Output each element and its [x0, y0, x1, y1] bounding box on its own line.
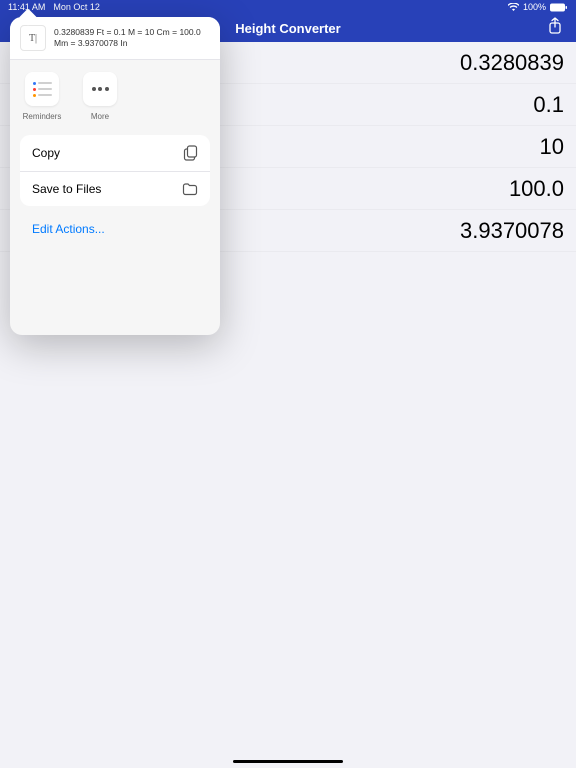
action-label: Save to Files	[32, 182, 101, 196]
row-value: 10	[540, 134, 564, 160]
status-right: 100%	[508, 2, 568, 12]
row-value: 100.0	[509, 176, 564, 202]
folder-icon	[182, 183, 198, 196]
copy-action[interactable]: Copy	[20, 135, 210, 171]
text-doc-icon: T|	[20, 25, 46, 51]
status-date: Mon Oct 12	[53, 2, 100, 12]
row-value: 3.9370078	[460, 218, 564, 244]
home-indicator	[233, 760, 343, 764]
share-icon	[548, 17, 562, 40]
share-actions-list: Copy Save to Files	[20, 135, 210, 206]
share-apps-row: Reminders More	[10, 60, 220, 129]
row-value: 0.3280839	[460, 50, 564, 76]
copy-icon	[183, 145, 198, 161]
wifi-icon	[508, 3, 519, 12]
edit-actions-label: Edit Actions...	[32, 222, 105, 236]
status-left: 11:41 AM Mon Oct 12	[8, 2, 100, 12]
status-bar: 11:41 AM Mon Oct 12 100%	[0, 0, 576, 14]
edit-actions-button[interactable]: Edit Actions...	[20, 210, 210, 248]
save-to-files-action[interactable]: Save to Files	[20, 172, 210, 206]
app-label: More	[91, 112, 109, 121]
share-sheet: T| 0.3280839 Ft = 0.1 M = 10 Cm = 100.0 …	[10, 17, 220, 335]
battery-icon	[550, 3, 568, 12]
battery-percent: 100%	[523, 2, 546, 12]
action-label: Copy	[32, 146, 60, 160]
page-title: Height Converter	[235, 21, 340, 36]
share-text: 0.3280839 Ft = 0.1 M = 10 Cm = 100.0 Mm …	[54, 27, 210, 48]
app-label: Reminders	[23, 112, 62, 121]
reminders-icon	[25, 72, 59, 106]
more-icon	[83, 72, 117, 106]
share-header: T| 0.3280839 Ft = 0.1 M = 10 Cm = 100.0 …	[10, 17, 220, 59]
share-app-reminders[interactable]: Reminders	[20, 72, 64, 121]
row-value: 0.1	[533, 92, 564, 118]
share-app-more[interactable]: More	[78, 72, 122, 121]
share-popover: T| 0.3280839 Ft = 0.1 M = 10 Cm = 100.0 …	[10, 17, 220, 335]
share-button[interactable]	[544, 17, 566, 39]
